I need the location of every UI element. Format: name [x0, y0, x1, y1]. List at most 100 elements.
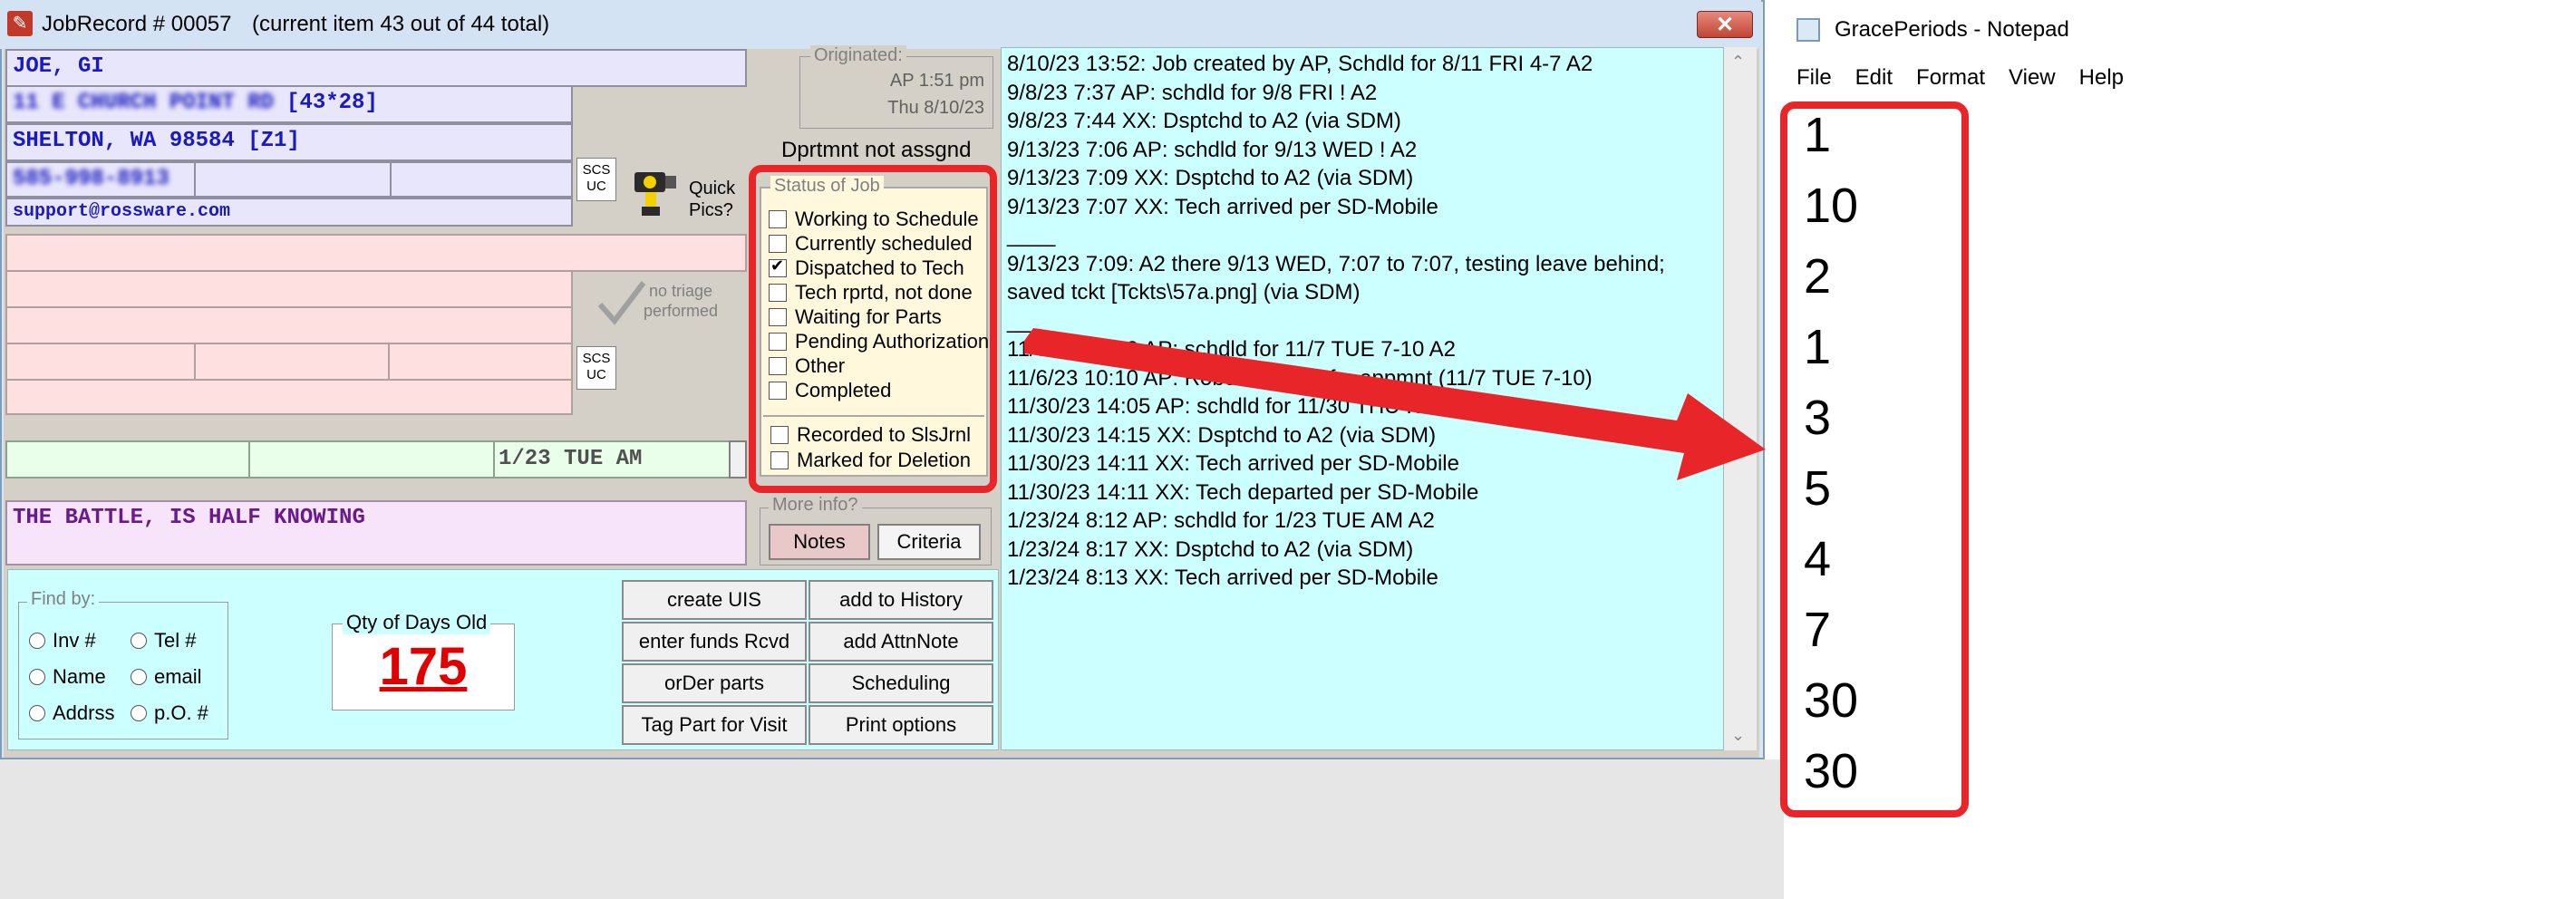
radio-po[interactable] [131, 705, 147, 721]
find-tel-label: Tel # [154, 629, 197, 652]
customer-name-field[interactable]: JOE, GI [5, 49, 747, 87]
camera-icon[interactable] [629, 165, 682, 219]
find-inv-label: Inv # [53, 629, 96, 652]
radio-tel[interactable] [131, 633, 147, 649]
history-entry: ____ [1007, 308, 1056, 334]
order-parts-button[interactable]: orDer parts [622, 663, 807, 703]
customer-phone: 585-998-8913 [13, 167, 169, 191]
app-icon: ✎ [7, 11, 33, 36]
find-inv-radio[interactable]: Inv # [29, 629, 96, 652]
quick-pics-label[interactable]: Quick Pics? [689, 178, 735, 221]
history-entry: 11/6/23 10:10 AP: Robo-call to cnfm appm… [1007, 365, 1593, 391]
history-entry: 1/23/24 8:13 XX: Tech arrived per SD-Mob… [1007, 566, 1438, 590]
tag-part-button[interactable]: Tag Part for Visit [622, 705, 807, 745]
job-notes-field[interactable]: THE BATTLE, IS HALF KNOWING [5, 500, 747, 566]
originated-line-2: Thu 8/10/23 [887, 98, 984, 118]
history-entry: 9/13/23 7:09: A2 there 9/13 WED, 7:07 to… [1007, 251, 1665, 276]
notepad-menu-item[interactable]: Edit [1855, 65, 1893, 91]
qty-days-legend: Qty of Days Old [343, 611, 491, 634]
no-triage-line-2: performed [644, 302, 719, 320]
phone-cell-2[interactable] [196, 163, 392, 196]
radio-name[interactable] [29, 669, 45, 685]
pink-field-1[interactable] [5, 234, 747, 272]
phone-cell-1[interactable]: 585-998-8913 [7, 163, 196, 196]
scroll-down-icon[interactable]: ⌄ [1731, 726, 1745, 745]
pink-field-3[interactable] [5, 306, 573, 344]
add-to-history-button[interactable]: add to History [809, 580, 993, 620]
phone-cell-3[interactable] [392, 163, 569, 196]
history-entry: 9/13/23 7:09 XX: Dsptchd to A2 (via SDM) [1007, 166, 1414, 190]
notepad-menu-item[interactable]: Format [1916, 65, 1985, 91]
customer-address-field[interactable]: 11 E CHURCH POINT RD [43*28] [5, 85, 573, 123]
find-tel-radio[interactable]: Tel # [131, 629, 196, 652]
find-name-radio[interactable]: Name [29, 665, 106, 689]
more-info-legend: More info? [769, 495, 862, 516]
history-entry: 11/30/23 14:05 AP: schdld for 11/30 THU … [1007, 394, 1444, 419]
no-triage-line-1: no triage [648, 282, 713, 300]
customer-phone-field[interactable]: 585-998-8913 [5, 161, 573, 198]
criteria-button[interactable]: Criteria [877, 524, 981, 560]
customer-email: support@rossware.com [13, 201, 231, 222]
add-attnnote-button[interactable]: add AttnNote [809, 622, 993, 662]
customer-name: JOE, GI [13, 54, 104, 79]
find-addrss-label: Addrss [53, 701, 115, 724]
schedule-date-field[interactable]: 1/23 TUE AM [493, 440, 731, 478]
history-scrollbar[interactable]: ⌃ ⌄ [1724, 47, 1757, 750]
find-po-radio[interactable]: p.O. # [131, 701, 208, 725]
desktop-background [0, 759, 1784, 899]
find-name-label: Name [53, 665, 106, 688]
notepad-highlight-box [1780, 102, 1969, 817]
find-po-label: p.O. # [154, 701, 208, 724]
scs-label-2: SCS [582, 351, 611, 366]
customer-city: SHELTON, WA 98584 [Z1] [13, 129, 300, 153]
window-title: JobRecord # 00057 [42, 12, 232, 36]
find-addrss-radio[interactable]: Addrss [29, 701, 114, 725]
print-options-button[interactable]: Print options [809, 705, 993, 745]
scs-uc-button-top[interactable]: SCS UC [576, 158, 616, 201]
history-lines: 8/10/23 13:52: Job created by AP, Schdld… [1002, 48, 1723, 593]
radio-addrss[interactable] [29, 705, 45, 721]
radio-email[interactable] [131, 669, 147, 685]
schedule-field-1[interactable] [5, 440, 250, 478]
history-entry: 1/23/24 8:12 AP: schdld for 1/23 TUE AM … [1007, 508, 1435, 533]
close-button[interactable]: ✕ [1697, 11, 1753, 38]
history-entry: 1/23/24 8:17 XX: Dsptchd to A2 (via SDM) [1007, 536, 1414, 562]
history-entry: 11/30/23 14:15 XX: Dsptchd to A2 (via SD… [1007, 422, 1437, 448]
job-notes-text: THE BATTLE, IS HALF KNOWING [13, 506, 365, 530]
pink-field-5[interactable] [5, 379, 573, 415]
notepad-menu-item[interactable]: File [1796, 65, 1832, 91]
checkmark-icon [595, 276, 649, 330]
history-entry: 9/8/23 7:37 AP: schdld for 9/8 FRI ! A2 [1007, 80, 1378, 105]
find-email-radio[interactable]: email [131, 665, 202, 689]
uc-label-2: UC [586, 367, 606, 382]
scroll-up-icon[interactable]: ⌃ [1731, 53, 1745, 72]
history-entry: 8/10/23 13:52: Job created by AP, Schdld… [1007, 52, 1593, 76]
schedule-date: 1/23 TUE AM [499, 447, 643, 471]
scheduling-button[interactable]: Scheduling [809, 663, 993, 703]
history-entry: 11/30/23 14:11 XX: Tech arrived per SD-M… [1007, 451, 1459, 476]
qty-days-value: 175 [379, 637, 468, 696]
enter-funds-button[interactable]: enter funds Rcvd [622, 622, 807, 662]
history-panel[interactable]: 8/10/23 13:52: Job created by AP, Schdld… [1001, 47, 1724, 750]
customer-city-field[interactable]: SHELTON, WA 98584 [Z1] [5, 123, 573, 161]
schedule-field-2[interactable] [248, 440, 495, 478]
history-entry: saved tckt [Tckts\57a.png] (via SDM) [1007, 280, 1361, 304]
department-label[interactable]: Dprtmnt not assgnd [781, 138, 971, 163]
originated-legend: Originated: [810, 45, 906, 66]
originated-line-1: AP 1:51 pm [889, 71, 984, 91]
notes-button[interactable]: Notes [769, 524, 870, 560]
status-highlight-box [749, 165, 997, 493]
notepad-title: GracePeriods - Notepad [1835, 17, 2069, 42]
pink-field-2[interactable] [5, 270, 573, 308]
schedule-toggle[interactable] [729, 440, 747, 478]
pink-field-4[interactable] [5, 343, 573, 381]
customer-address-grid: [43*28] [286, 91, 378, 115]
customer-email-field[interactable]: support@rossware.com [5, 198, 573, 227]
window-subtitle: (current item 43 out of 44 total) [252, 12, 550, 36]
notepad-menu-item[interactable]: View [2009, 65, 2056, 91]
notepad-menu-item[interactable]: Help [2079, 65, 2124, 91]
scs-uc-button-bottom[interactable]: SCS UC [576, 346, 616, 390]
create-uis-button[interactable]: create UIS [622, 580, 807, 620]
radio-inv[interactable] [29, 633, 45, 649]
notepad-icon [1796, 18, 1820, 42]
